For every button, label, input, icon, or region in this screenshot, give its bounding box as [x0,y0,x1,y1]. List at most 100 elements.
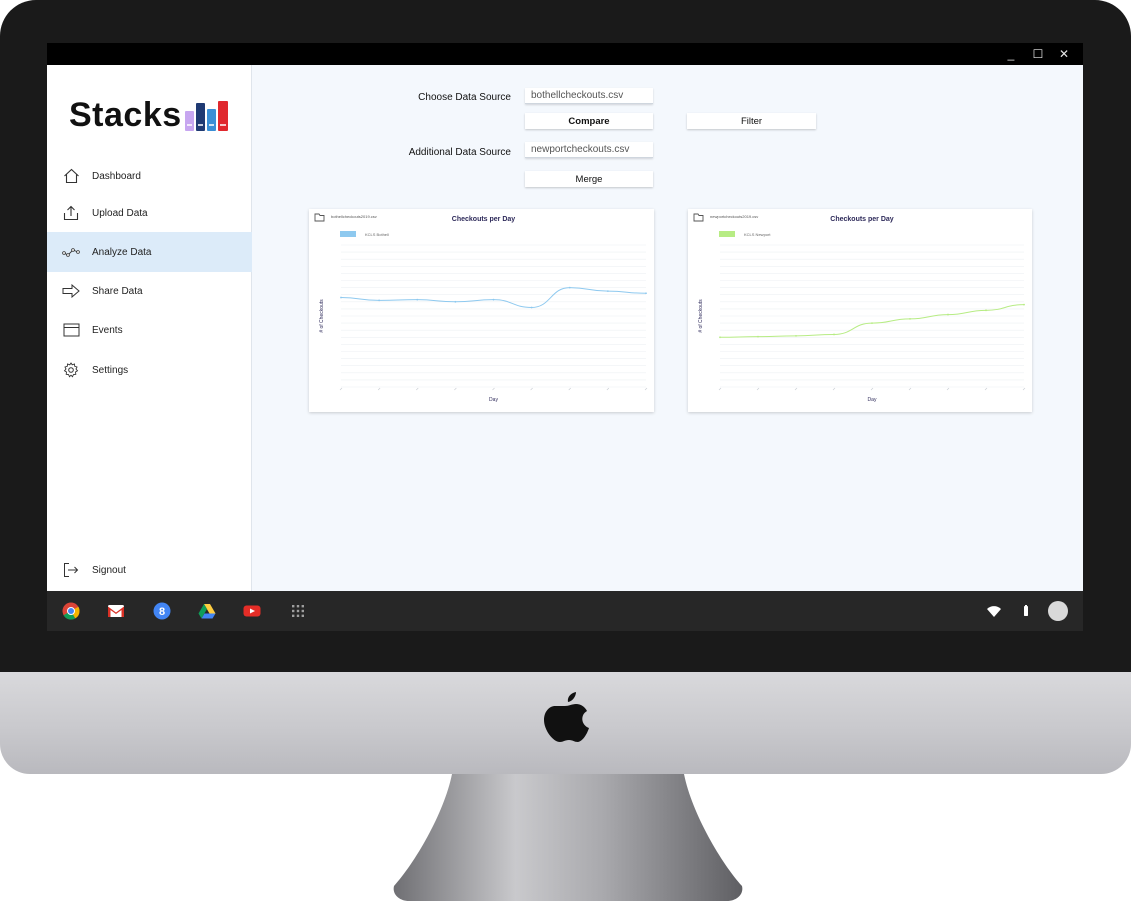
signout-button[interactable]: Signout [47,550,252,590]
sidebar-item-events[interactable]: Events [47,310,252,350]
chart-card-newport: newportcheckouts2019.csv Checkouts per Da… [688,209,1032,412]
sidebar-item-label: Dashboard [92,170,141,182]
additional-source-label: Additional Data Source [408,147,511,158]
sidebar-item-dashboard[interactable]: Dashboard [47,156,252,196]
x-axis-label: Day [489,397,498,403]
x-tick [530,387,533,391]
data-point [378,299,381,302]
sidebar-item-label: Share Data [92,285,143,297]
brand-name: Stacks [69,96,182,134]
x-tick [416,387,419,391]
chart-bothell: bothellcheckouts2019.csv Checkouts per Da… [314,213,648,403]
sidebar-item-analyze-data[interactable]: Analyze Data [47,232,252,272]
series-line [340,287,647,308]
folder-icon [314,213,325,222]
signout-icon [62,561,80,579]
calendar-icon [62,321,80,339]
sidebar-item-label: Analyze Data [92,246,152,258]
chrome-icon[interactable] [62,602,80,620]
data-point [871,322,873,324]
data-point [492,298,495,301]
brand: Stacks [69,93,229,133]
x-tick [568,387,571,391]
maximize-button[interactable]: ☐ [1030,46,1046,62]
drive-icon[interactable] [198,602,216,620]
window-titlebar: _ ☐ ✕ [47,43,1083,65]
x-tick [377,387,381,391]
x-tick [492,387,495,391]
youtube-icon[interactable] [243,602,261,620]
analyze-icon [62,243,80,261]
compare-button[interactable]: Compare [525,113,653,129]
close-button[interactable]: ✕ [1056,46,1072,62]
stacks-logo-icon [184,101,228,131]
filter-button[interactable]: Filter [687,113,816,129]
wifi-icon[interactable] [985,602,1003,620]
chart-card-bothell: bothellcheckouts2019.csv Checkouts per Da… [309,209,654,412]
sidebar: Stacks Dashboard Upload Data Analyze Dat… [47,65,252,591]
legend-label: KCLS Bothell [365,232,389,237]
x-tick [984,387,988,391]
folder-icon [693,213,704,222]
folder-shape [693,213,704,222]
apple-logo-icon [544,692,589,742]
sidebar-item-label: Signout [92,564,126,576]
data-point [568,286,571,289]
google-plus-icon[interactable]: 8 [153,602,171,620]
screen: _ ☐ ✕ Stacks Dashboard Upload Data Analy… [47,43,1083,631]
sidebar-item-settings[interactable]: Settings [47,350,252,390]
analyze-panel: Choose Data Source Compare Filter Additi… [253,65,1083,591]
upload-icon [62,204,80,222]
y-axis-label: # of Checkouts [319,299,325,333]
x-tick [756,387,760,391]
gmail-icon[interactable] [107,602,125,620]
monitor-stand [393,774,743,901]
data-point [719,336,721,339]
y-axis-label: # of Checkouts [698,299,704,333]
svg-text:8: 8 [159,606,165,618]
data-source-label: Choose Data Source [418,92,511,103]
legend-swatch [340,231,356,237]
x-tick [339,387,343,391]
x-tick [718,387,722,391]
sidebar-item-label: Upload Data [92,207,148,219]
data-point [416,298,419,301]
data-point [1023,303,1025,306]
data-point [833,333,835,336]
x-tick [644,387,648,391]
data-point [909,317,911,320]
sidebar-item-label: Events [92,324,123,336]
battery-icon[interactable] [1017,602,1035,620]
x-tick [908,387,912,391]
data-point [340,296,342,299]
data-source-field[interactable] [525,88,653,104]
additional-source-field[interactable] [525,142,653,158]
chart-file-label: newportcheckouts2019.csv [710,214,758,219]
chart-newport: newportcheckouts2019.csv Checkouts per Da… [693,213,1026,403]
sidebar-item-label: Settings [92,364,129,376]
chart-file-label: bothellcheckouts2019.csv [331,214,377,219]
folder-shape [314,213,325,222]
sidebar-item-upload-data[interactable]: Upload Data [47,193,252,233]
x-tick [794,387,798,391]
data-point [757,335,759,338]
x-tick [946,387,950,391]
x-tick [870,387,874,391]
legend-swatch [719,231,735,237]
chart-title: Checkouts per Day [452,216,516,223]
share-arrow-icon [62,282,80,300]
avatar[interactable] [1047,600,1069,622]
data-point [645,292,647,295]
minimize-button[interactable]: _ [1003,46,1019,62]
series-line [719,304,1025,338]
x-tick [1022,387,1026,391]
data-point [795,334,797,337]
data-point [606,290,609,293]
x-tick [832,387,836,391]
data-point [454,300,457,303]
legend-label: KCLS Newport [744,232,771,237]
app-launcher-icon[interactable] [289,602,307,620]
gear-icon [62,361,80,379]
sidebar-item-share-data[interactable]: Share Data [47,271,252,311]
merge-button[interactable]: Merge [525,171,653,187]
